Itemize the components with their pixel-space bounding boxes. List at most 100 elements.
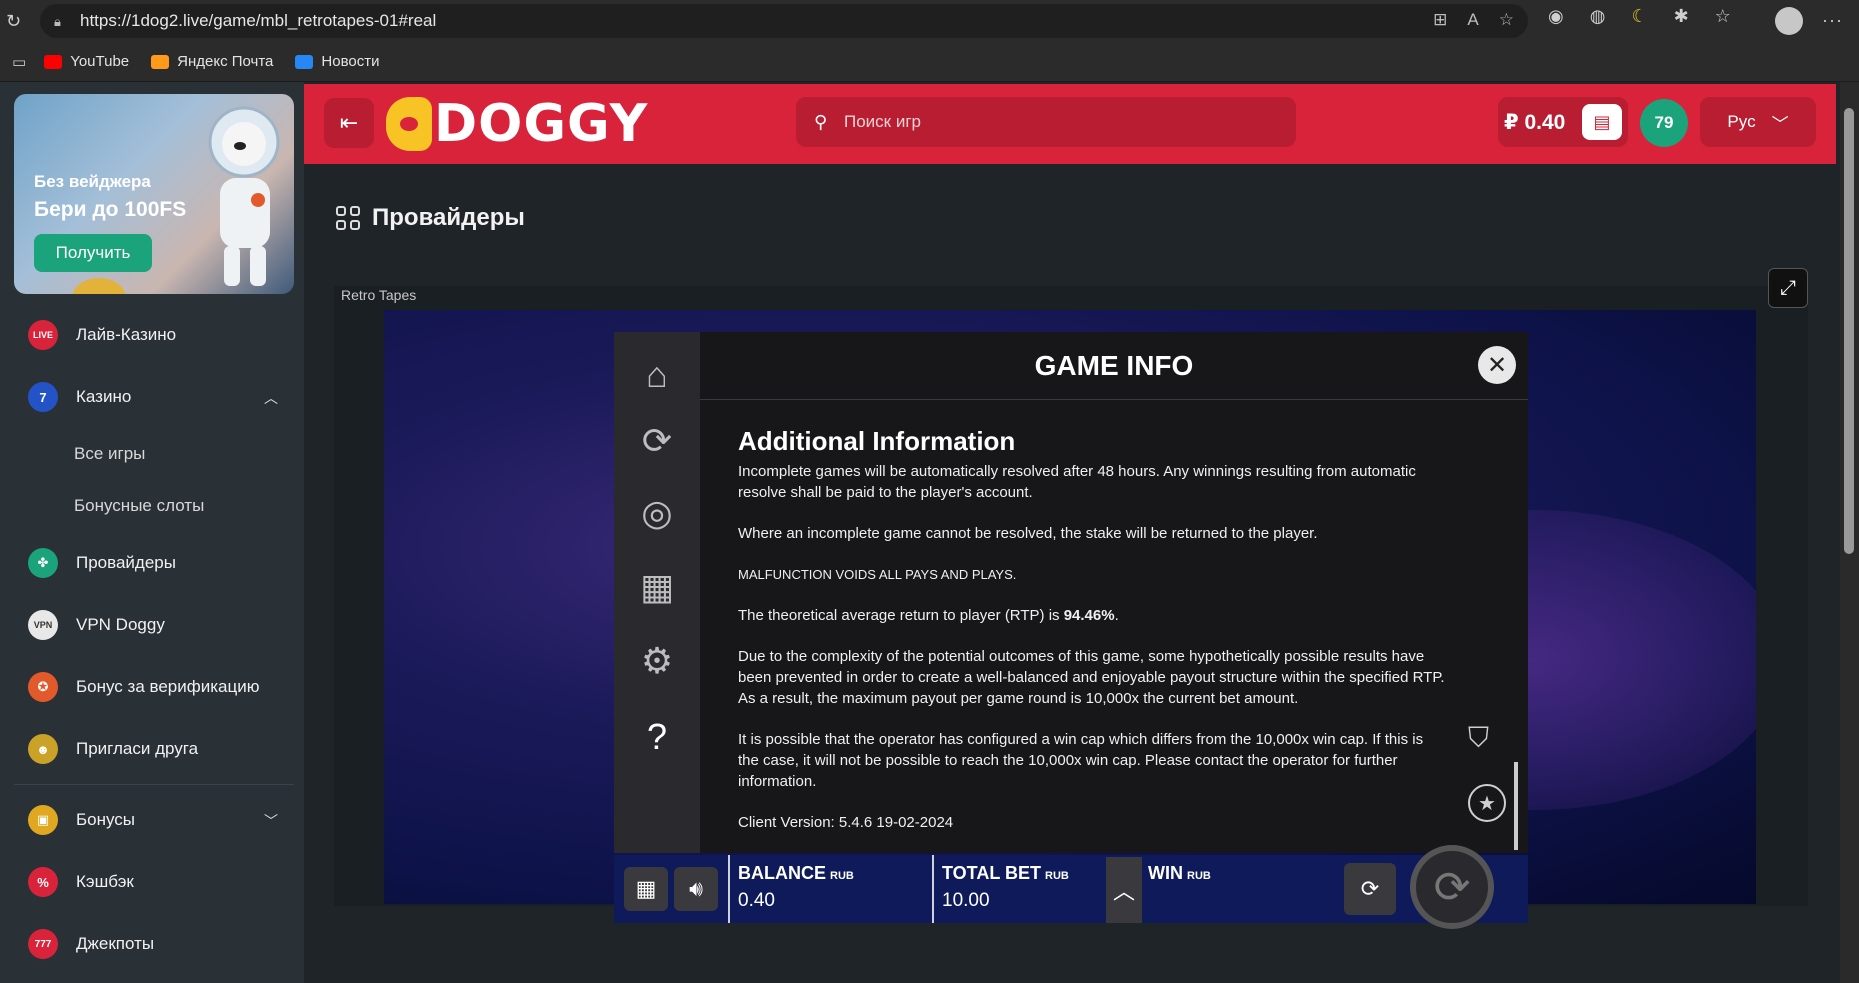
chevron-up-icon: ︿ xyxy=(1112,879,1135,904)
sidebar-item-providers[interactable]: ✤ Провайдеры xyxy=(0,532,304,594)
search-input[interactable] xyxy=(844,112,1244,132)
rtp-paragraph: The theoretical average return to player… xyxy=(738,607,1119,624)
search-icon: ⚲ xyxy=(814,111,828,132)
vpn-icon: VPN xyxy=(28,610,58,640)
info-paragraph: Due to the complexity of the potential o… xyxy=(738,648,1445,707)
autoplay-icon: ⟳ xyxy=(1360,876,1380,901)
win-display: WIN RUB xyxy=(1148,863,1211,883)
profile-avatar[interactable] xyxy=(1775,7,1803,35)
sidebar-item-verification-bonus[interactable]: ✪ Бонус за верификацию xyxy=(0,656,304,718)
browser-toolbar: ↻ 🔒︎ https://1dog2.live/game/mbl_retrota… xyxy=(0,0,1859,42)
game-info-modal: ⌂ ⟳ ◎ ▦ ⚙ ? GAME INFO ✕ Additional Infor… xyxy=(614,332,1528,853)
sidebar-item-casino[interactable]: 7 Казино ︿ xyxy=(0,366,304,428)
grid-icon xyxy=(336,206,360,230)
lock-icon[interactable]: 🔒︎ xyxy=(54,14,68,29)
speaker-icon: 🔊︎ xyxy=(689,876,703,901)
sidebar-nav: LIVE Лайв-Казино 7 Казино ︿ Все игры Бон… xyxy=(0,304,304,975)
star-icon[interactable]: ★ xyxy=(1468,784,1506,822)
balance-display: BALANCE RUB 0.40 xyxy=(738,863,854,911)
page-scrollbar[interactable] xyxy=(1840,82,1859,983)
balance-box[interactable]: ₽ 0.40 ▤ xyxy=(1498,97,1628,147)
percent-icon: % xyxy=(28,867,58,897)
promo-line2: Бери до 100FS xyxy=(34,198,187,221)
rtp-value: 94.46% xyxy=(1063,607,1115,624)
fullscreen-icon[interactable]: ⤢ xyxy=(1768,268,1808,308)
shield-icon[interactable]: ⛉ xyxy=(1468,722,1504,762)
game-label: Retro Tapes xyxy=(341,287,417,303)
balance-amount: ₽ 0.40 xyxy=(1504,110,1566,134)
search-box[interactable]: ⚲ xyxy=(796,97,1296,147)
game-info-content: Additional Information Incomplete games … xyxy=(738,426,1448,853)
bet-up-button[interactable]: ︿ xyxy=(1106,857,1142,923)
back-button[interactable]: ⇤ xyxy=(324,98,374,148)
live-icon: LIVE xyxy=(28,320,58,350)
sidebar-item-jackpots[interactable]: 777 Джекпоты xyxy=(0,913,304,975)
sidebar-subitem-bonus-slots[interactable]: Бонусные слоты xyxy=(0,480,304,532)
settings-gear-icon[interactable]: ⚙ xyxy=(634,638,680,684)
info-paragraph: Where an incomplete game cannot be resol… xyxy=(738,525,1318,542)
menu-grid-button[interactable]: ▦ xyxy=(624,867,668,911)
clover-icon: ✤ xyxy=(28,548,58,578)
address-bar[interactable]: 🔒︎ https://1dog2.live/game/mbl_retrotape… xyxy=(40,4,1528,38)
tab-icon[interactable]: ▭ xyxy=(12,53,26,71)
gift-icon: ▣ xyxy=(28,805,58,835)
vk-icon xyxy=(295,54,314,69)
badge-icon: ✪ xyxy=(28,672,58,702)
extension-glasses-icon[interactable]: ◉ xyxy=(1548,6,1564,27)
puzzle-icon[interactable]: ✱ xyxy=(1674,6,1689,27)
favorites-icon[interactable]: ☆ xyxy=(1715,6,1731,27)
promo-banner[interactable]: Без вейджера Бери до 100FS Получить xyxy=(14,94,294,294)
globe-icon[interactable]: ◍ xyxy=(1590,6,1606,27)
sidebar-item-cashback[interactable]: % Кэшбэк xyxy=(0,851,304,913)
promo-get-button[interactable]: Получить xyxy=(34,234,152,272)
chevron-up-icon[interactable]: ︿ xyxy=(264,388,278,408)
bookmark-yandex-mail[interactable]: Яндекс Почта xyxy=(151,53,273,70)
extension-moon-icon[interactable]: ☾ xyxy=(1631,6,1647,27)
paw-icon xyxy=(386,97,432,151)
mail-icon xyxy=(151,54,170,69)
app-icon[interactable]: ⊞ xyxy=(1433,10,1447,30)
sidebar-subitem-all-games[interactable]: Все игры xyxy=(0,428,304,480)
friends-icon: ☻ xyxy=(28,734,58,764)
balance-value: 0.40 xyxy=(738,890,775,911)
site-header: ⇤ DOGGY ⚲ ₽ 0.40 ▤ 79 Рус ﹀ xyxy=(304,84,1836,164)
close-button[interactable]: ✕ xyxy=(1478,346,1516,384)
bookmark-news[interactable]: Новости xyxy=(295,53,379,70)
total-bet-display: TOTAL BET RUB 10.00 xyxy=(942,863,1069,911)
favorite-star-icon[interactable]: ☆ xyxy=(1499,10,1514,30)
language-select[interactable]: Рус ﹀ xyxy=(1700,97,1816,147)
sidebar-item-invite-friend[interactable]: ☻ Пригласи друга xyxy=(0,718,304,780)
sidebar-item-live-casino[interactable]: LIVE Лайв-Казино xyxy=(0,304,304,366)
astronaut-dog-illustration xyxy=(208,106,280,286)
modal-scrollbar[interactable] xyxy=(1514,762,1518,850)
paytable-grid-icon[interactable]: ▦ xyxy=(634,564,680,610)
help-icon[interactable]: ? xyxy=(634,714,680,760)
doggy-logo[interactable]: DOGGY xyxy=(386,94,648,154)
scrollbar-thumb[interactable] xyxy=(1844,108,1854,554)
chevron-down-icon[interactable]: ﹀ xyxy=(264,811,278,831)
wallet-icon[interactable]: ▤ xyxy=(1582,104,1622,140)
info-paragraph: MALFUNCTION VOIDS ALL PAYS AND PLAYS. xyxy=(738,567,1017,582)
autoplay-icon[interactable]: ⟳ xyxy=(634,418,680,464)
bookmark-youtube[interactable]: YouTube xyxy=(44,53,129,70)
promo-line1: Без вейджера xyxy=(34,172,151,191)
user-level-badge[interactable]: 79 xyxy=(1640,99,1688,147)
spin-button[interactable]: ⟳ xyxy=(1410,845,1494,929)
youtube-icon xyxy=(44,54,63,69)
home-icon[interactable]: ⌂ xyxy=(634,352,680,398)
sidebar-item-vpn[interactable]: VPN VPN Doggy xyxy=(0,594,304,656)
modal-title: GAME INFO xyxy=(700,332,1528,400)
reload-icon[interactable]: ↻ xyxy=(6,11,26,32)
coins-icon[interactable]: ◎ xyxy=(634,490,680,536)
autoplay-button[interactable]: ⟳ xyxy=(1344,863,1396,915)
sound-button[interactable]: 🔊︎ xyxy=(674,867,718,911)
game-bottom-bar: ▦ 🔊︎ BALANCE RUB 0.40 TOTAL BET RUB 10.00 … xyxy=(614,845,1528,929)
sidebar-item-bonuses[interactable]: ▣ Бонусы ﹀ xyxy=(0,789,304,851)
more-icon[interactable]: ··· xyxy=(1822,10,1843,31)
url-text[interactable]: https://1dog2.live/game/mbl_retrotapes-0… xyxy=(80,11,436,31)
read-aloud-icon[interactable]: A xyxy=(1467,10,1478,30)
info-paragraph: It is possible that the operator has con… xyxy=(738,731,1424,790)
page-title: Провайдеры xyxy=(336,204,525,232)
bet-value: 10.00 xyxy=(942,890,990,911)
grid-icon: ▦ xyxy=(635,876,657,901)
